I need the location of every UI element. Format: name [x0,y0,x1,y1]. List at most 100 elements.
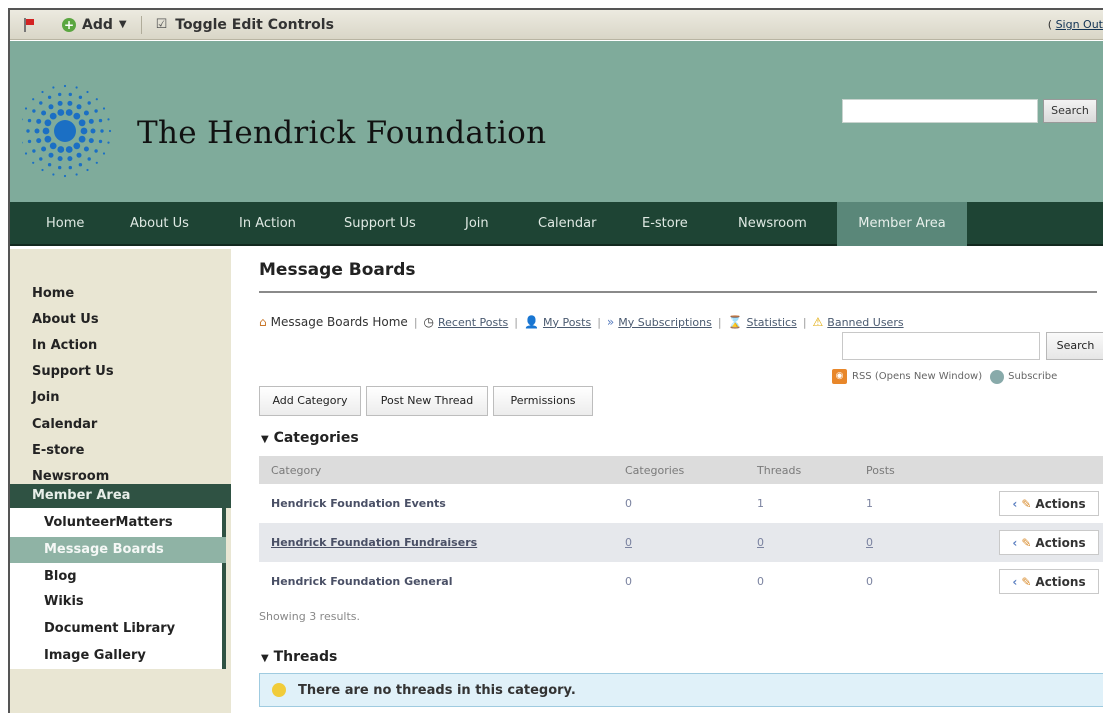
add-category-button[interactable]: Add Category [259,386,361,416]
post-count[interactable]: 0 [866,523,873,562]
categories-toggle[interactable]: ▼ Categories [261,430,359,446]
logo-dot [41,90,44,94]
category-count[interactable]: 0 [625,523,632,562]
caret-down-icon: ▼ [118,19,127,30]
statistics-link[interactable]: Statistics [747,316,797,329]
table-header: Category Categories Threads Posts [259,456,1103,484]
message-boards-home-link[interactable]: Message Boards Home [271,315,408,329]
nav-calendar[interactable]: Calendar [538,202,596,246]
category-link[interactable]: Hendrick Foundation Fundraisers [271,523,477,562]
logo-dot [102,152,106,155]
threads-toggle[interactable]: ▼ Threads [261,649,337,665]
column-header-posts[interactable]: Posts [866,456,895,484]
nav-home[interactable]: Home [44,202,86,246]
toolbar-separator: | [597,315,601,329]
category-link[interactable]: Hendrick Foundation General [271,562,452,601]
post-count[interactable]: 0 [866,562,873,601]
plus-icon: + [62,17,76,32]
sidebar-item-e-store[interactable]: E-store [32,443,84,458]
header-search-input[interactable] [842,99,1038,123]
logo-dot [24,152,28,155]
lightbulb-icon [272,683,286,697]
column-header-threads[interactable]: Threads [757,456,801,484]
nav-newsroom[interactable]: Newsroom [738,202,807,246]
sidebar-sub-wikis[interactable]: Wikis [44,594,84,609]
logo-dot [88,118,94,124]
thread-count[interactable]: 0 [757,523,764,562]
sidebar-item-join[interactable]: Join [32,390,59,405]
site-title[interactable]: The Hendrick Foundation [137,115,546,151]
sidebar-sub-document-library[interactable]: Document Library [44,621,175,636]
sidebar-item-in-action[interactable]: In Action [32,338,97,353]
nav-in-action[interactable]: In Action [239,202,296,246]
logo-dot [94,149,98,153]
nav-about-us[interactable]: About Us [130,202,189,246]
thread-count[interactable]: 0 [757,562,764,601]
rss-icon[interactable]: ◉ [832,369,847,384]
logo-dot [90,128,96,134]
nav-support-us[interactable]: Support Us [344,202,416,246]
banned-users-link[interactable]: Banned Users [827,316,903,329]
sidebar-item-calendar[interactable]: Calendar [32,417,97,432]
add-menu-button[interactable]: + Add ▼ [62,17,127,33]
subscribe-link[interactable]: Subscribe [1008,371,1057,382]
nav-member-area[interactable]: Member Area [837,202,967,246]
sidebar-sub-blog[interactable]: Blog [44,569,77,584]
logo-dot [83,110,89,116]
logo-dot [86,168,89,172]
actions-button[interactable]: ‹ ✎ Actions [999,491,1099,516]
sign-out-link[interactable]: Sign Out [1056,18,1103,31]
sidebar-item-support-us[interactable]: Support Us [32,364,114,379]
category-count[interactable]: 0 [625,562,632,601]
logo-dot [32,161,35,164]
sidebar-sub-message-boards[interactable]: Message Boards [10,537,226,563]
rss-link[interactable]: RSS (Opens New Window) [852,371,982,382]
logo-dot [57,100,63,106]
logo-dot [78,95,83,99]
nav-join[interactable]: Join [465,202,489,246]
title-divider [259,291,1097,293]
column-header-categories[interactable]: Categories [625,456,684,484]
table-row: Hendrick Foundation Fundraisers 0 0 0 ‹ … [259,523,1103,562]
sidebar-sub-volunteermatters[interactable]: VolunteerMatters [44,515,173,530]
sidebar-item-member-area[interactable]: Member Area [10,484,231,508]
actions-button[interactable]: ‹ ✎ Actions [999,530,1099,555]
my-posts-link[interactable]: My Posts [543,316,591,329]
message-boards-search-input[interactable] [842,332,1040,360]
toolbar-separator: | [717,315,722,329]
thread-count[interactable]: 1 [757,484,764,523]
logo-dot [86,90,89,94]
sidebar-sub-image-gallery[interactable]: Image Gallery [44,648,146,663]
category-count[interactable]: 0 [625,484,632,523]
actions-label: Actions [1035,535,1086,550]
recent-posts-link[interactable]: Recent Posts [438,316,508,329]
logo-dot [36,118,42,124]
logo-dot [32,149,36,153]
sidebar-item-home[interactable]: Home [32,286,74,301]
subscribe-icon [990,369,1005,384]
permissions-button[interactable]: Permissions [493,386,593,416]
logo-dot [102,107,106,110]
post-new-thread-button[interactable]: Post New Thread [366,386,488,416]
nav-e-store[interactable]: E-store [642,202,688,246]
post-count[interactable]: 1 [866,484,873,523]
my-subscriptions-link[interactable]: My Subscriptions [618,316,712,329]
sidebar-item-newsroom[interactable]: Newsroom [32,469,109,484]
logo-dot [107,118,110,121]
toggle-edit-controls-button[interactable]: ☑ Toggle Edit Controls [156,17,334,33]
header-search-button[interactable]: Search [1043,99,1097,123]
logo-dot [76,152,82,158]
message-boards-search-button[interactable]: Search [1046,332,1103,360]
no-threads-text: There are no threads in this category. [298,682,576,698]
logo-dot [57,146,65,153]
logo-dot [57,156,63,162]
category-link[interactable]: Hendrick Foundation Events [271,484,446,523]
logo-dot [95,98,98,101]
actions-button[interactable]: ‹ ✎ Actions [999,569,1099,594]
home-icon: ⌂ [259,315,267,329]
sidebar-item-about-us[interactable]: About Us [32,312,99,327]
column-header-category[interactable]: Category [271,456,321,484]
collapse-triangle-icon: ▼ [261,434,269,445]
flag-icon[interactable] [24,17,34,32]
categories-table: Category Categories Threads Posts Hendri… [259,456,1103,601]
